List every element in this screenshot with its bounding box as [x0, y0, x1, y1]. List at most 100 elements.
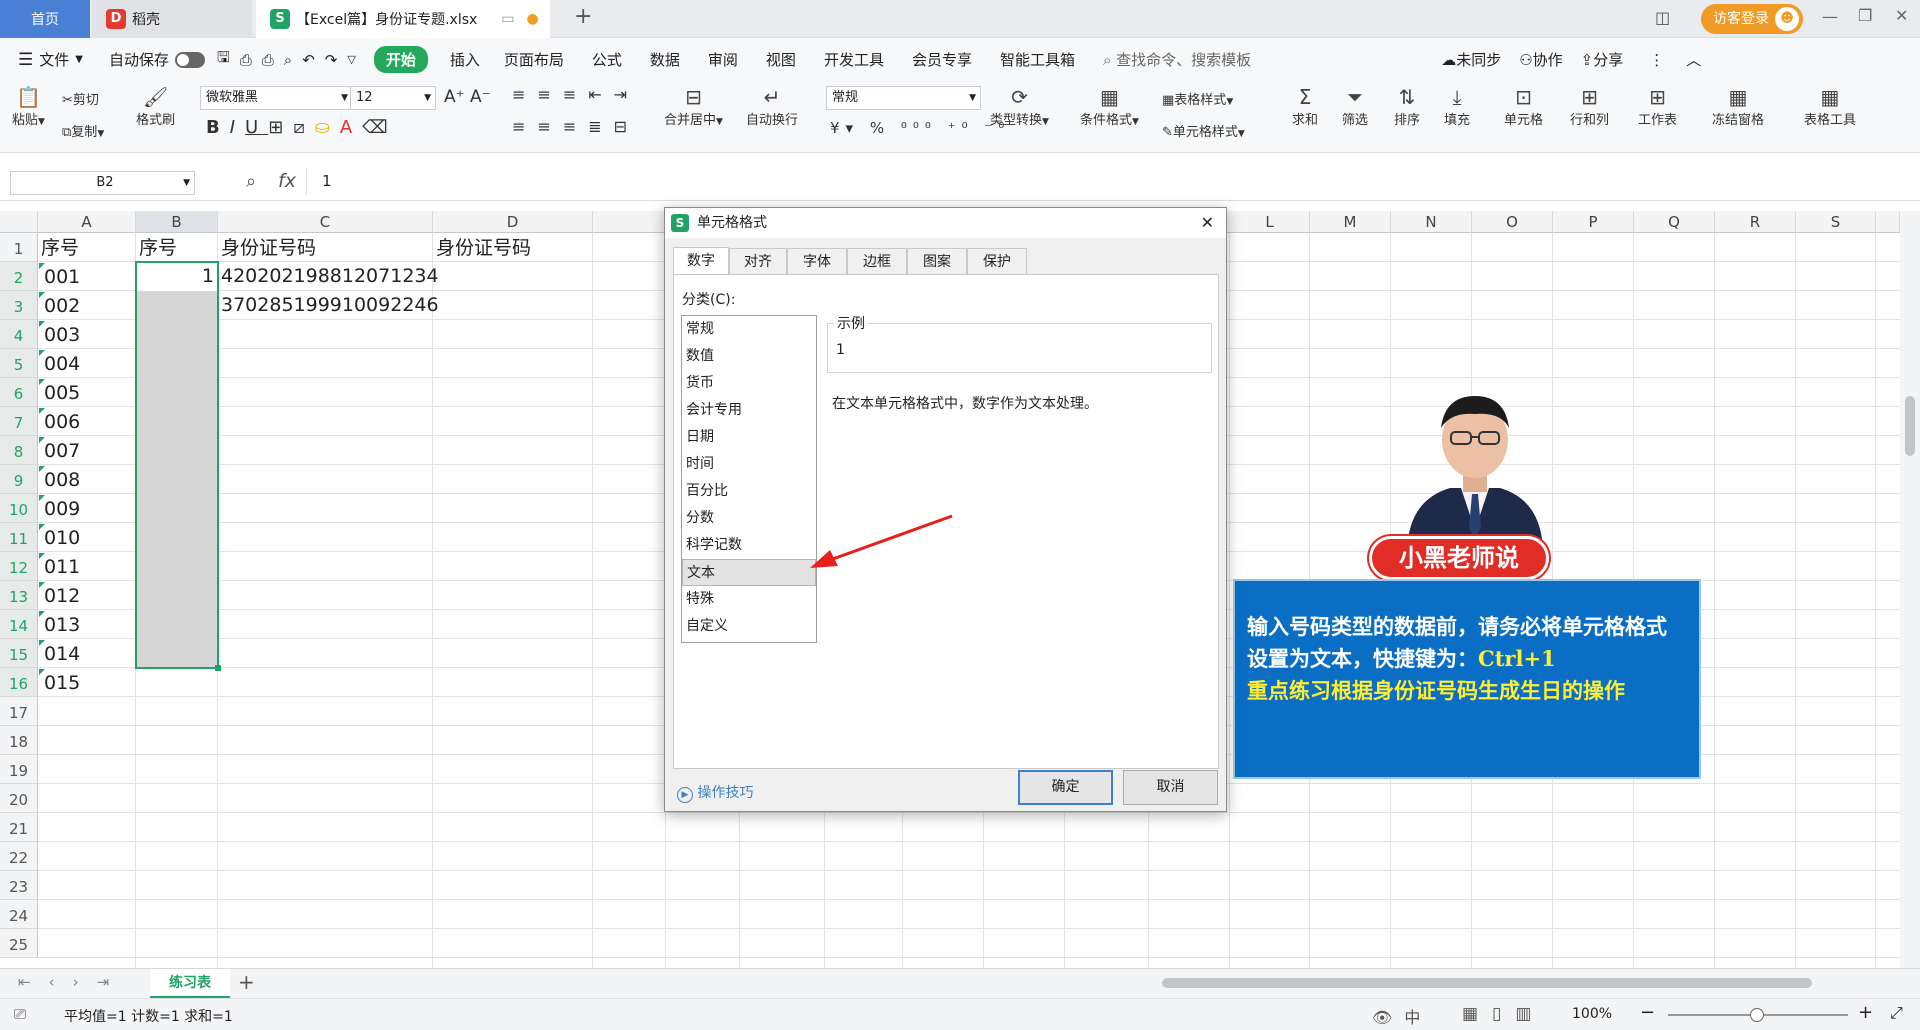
- print-icon[interactable]: ⎙: [262, 51, 274, 69]
- align-horizontal-group[interactable]: ≡≡≡≣⊟: [512, 117, 639, 136]
- sort-button[interactable]: ⇅ 排序: [1394, 85, 1420, 128]
- ok-button[interactable]: 确定: [1018, 770, 1113, 805]
- restore-icon[interactable]: ❐: [1858, 6, 1872, 25]
- horizontal-scrollbar[interactable]: [1144, 974, 1884, 992]
- wrap-text-button[interactable]: ↵ 自动换行: [746, 85, 798, 128]
- autosave-toggle[interactable]: [174, 51, 205, 68]
- row-header[interactable]: 19: [0, 755, 38, 784]
- menu-item-insert[interactable]: 插入: [450, 49, 480, 70]
- row-header[interactable]: 4: [0, 320, 38, 349]
- row-header[interactable]: 23: [0, 871, 38, 900]
- sheet-tab-practice[interactable]: 练习表: [150, 969, 230, 998]
- menu-item-page-layout[interactable]: 页面布局: [504, 49, 564, 70]
- category-item[interactable]: 货币: [682, 370, 816, 397]
- tab-file[interactable]: S 【Excel篇】身份证专题.xlsx ▭ ●: [256, 0, 550, 38]
- fullscreen-icon[interactable]: ⤢: [1890, 1003, 1903, 1023]
- category-item[interactable]: 数值: [682, 343, 816, 370]
- tab-home[interactable]: 首页: [0, 0, 90, 38]
- menu-item-view[interactable]: 视图: [766, 49, 796, 70]
- number-format-select[interactable]: 常规 ▼: [826, 86, 981, 110]
- border-icon[interactable]: ⊞: [268, 117, 293, 138]
- collab-button[interactable]: ⚇协作: [1519, 49, 1562, 70]
- sync-status[interactable]: ☁未同步: [1441, 49, 1501, 70]
- strikethrough-icon[interactable]: ⧄: [293, 117, 314, 138]
- filter-button[interactable]: ⏷ 筛选: [1342, 85, 1368, 128]
- col-header-d[interactable]: D: [433, 211, 593, 233]
- menu-item-dev-tools[interactable]: 开发工具: [824, 49, 884, 70]
- vertical-scroll-thumb[interactable]: [1905, 396, 1915, 456]
- zoom-out-icon[interactable]: −: [1640, 1002, 1655, 1023]
- cell-a1[interactable]: 序号: [38, 234, 79, 262]
- row-header[interactable]: 15: [0, 639, 38, 668]
- menu-item-review[interactable]: 审阅: [708, 49, 738, 70]
- underline-icon[interactable]: U: [245, 117, 268, 138]
- cut-button[interactable]: ✂剪切: [62, 89, 99, 108]
- row-header[interactable]: 12: [0, 552, 38, 581]
- new-tab-button[interactable]: +: [574, 4, 592, 29]
- menu-file[interactable]: 文件: [39, 49, 69, 70]
- row-header[interactable]: 1: [0, 233, 38, 262]
- format-painter-button[interactable]: 🖌 格式刷: [136, 85, 175, 128]
- table-tools-button[interactable]: ▦ 表格工具: [1804, 85, 1856, 128]
- worksheet-button[interactable]: ⊞ 工作表: [1638, 85, 1677, 128]
- menu-item-start[interactable]: 开始: [373, 46, 428, 73]
- cell-b2[interactable]: 1: [136, 262, 218, 290]
- export-pdf-icon[interactable]: ⎙: [240, 51, 252, 69]
- zoom-slider-thumb[interactable]: [1750, 1008, 1764, 1022]
- row-header[interactable]: 14: [0, 610, 38, 639]
- select-all-corner[interactable]: [0, 211, 38, 233]
- dialog-tab-align[interactable]: 对齐: [729, 248, 787, 274]
- cell-d1[interactable]: 身份证号码: [433, 234, 531, 262]
- login-button[interactable]: 访客登录 ☻: [1701, 4, 1803, 34]
- clear-format-icon[interactable]: ⌫: [362, 117, 397, 138]
- fill-color-icon[interactable]: ⛀: [315, 117, 340, 138]
- bold-icon[interactable]: B: [206, 117, 230, 138]
- row-header[interactable]: 10: [0, 494, 38, 523]
- row-header[interactable]: 16: [0, 668, 38, 697]
- row-header[interactable]: 11: [0, 523, 38, 552]
- menu-item-data[interactable]: 数据: [650, 49, 680, 70]
- minimize-icon[interactable]: —: [1822, 7, 1838, 26]
- screen-icon[interactable]: ▭: [501, 11, 514, 27]
- category-item[interactable]: 常规: [682, 316, 816, 343]
- font-color-icon[interactable]: A: [340, 117, 362, 138]
- freeze-button[interactable]: ▦ 冻结窗格: [1712, 85, 1764, 128]
- save-icon[interactable]: 🖫: [217, 47, 230, 72]
- category-item[interactable]: 百分比: [682, 478, 816, 505]
- font-name-select[interactable]: 微软雅黑 ▼: [200, 86, 353, 110]
- row-header[interactable]: 5: [0, 349, 38, 378]
- dialog-tab-number[interactable]: 数字: [673, 247, 729, 275]
- hamburger-icon[interactable]: ☰: [18, 50, 33, 70]
- view-mode-icons[interactable]: ▦▯▥: [1462, 1004, 1545, 1024]
- window-layout-icon[interactable]: ◫: [1655, 8, 1670, 27]
- redo-icon[interactable]: ↷: [325, 51, 338, 69]
- menu-item-smart-tools[interactable]: 智能工具箱: [1000, 49, 1075, 70]
- cell-b1[interactable]: 序号: [136, 234, 177, 262]
- col-header-n[interactable]: N: [1391, 211, 1472, 233]
- row-col-button[interactable]: ⊞ 行和列: [1570, 85, 1609, 128]
- align-top-group[interactable]: ≡≡≡⇤⇥: [512, 85, 639, 104]
- dialog-tab-protect[interactable]: 保护: [967, 248, 1027, 274]
- horizontal-scroll-thumb[interactable]: [1162, 978, 1812, 988]
- row-header[interactable]: 13: [0, 581, 38, 610]
- col-header-b[interactable]: B: [136, 211, 218, 233]
- category-item[interactable]: 会计专用: [682, 397, 816, 424]
- quick-access-more-icon[interactable]: ▽: [347, 53, 355, 66]
- cell-c3[interactable]: 370285199910092246: [218, 291, 439, 319]
- row-header[interactable]: 7: [0, 407, 38, 436]
- col-header-p[interactable]: P: [1553, 211, 1634, 233]
- row-header[interactable]: 2: [0, 262, 38, 291]
- row-header[interactable]: 22: [0, 842, 38, 871]
- fill-handle[interactable]: [215, 665, 221, 671]
- number-format-buttons[interactable]: ¥▾ % ⁰⁰⁰ ⁺⁰ ⁻⁰: [830, 119, 1010, 137]
- col-header-a[interactable]: A: [38, 211, 136, 233]
- col-header-c[interactable]: C: [218, 211, 433, 233]
- row-header[interactable]: 3: [0, 291, 38, 320]
- dialog-tab-font[interactable]: 字体: [787, 248, 847, 274]
- category-item[interactable]: 日期: [682, 424, 816, 451]
- category-item[interactable]: 科学记数: [682, 532, 816, 559]
- table-style-button[interactable]: ▦表格样式▼: [1162, 89, 1233, 108]
- category-item[interactable]: 文本: [682, 559, 816, 586]
- close-window-icon[interactable]: ✕: [1895, 6, 1908, 25]
- font-grow-icon[interactable]: A⁺ A⁻: [444, 87, 491, 107]
